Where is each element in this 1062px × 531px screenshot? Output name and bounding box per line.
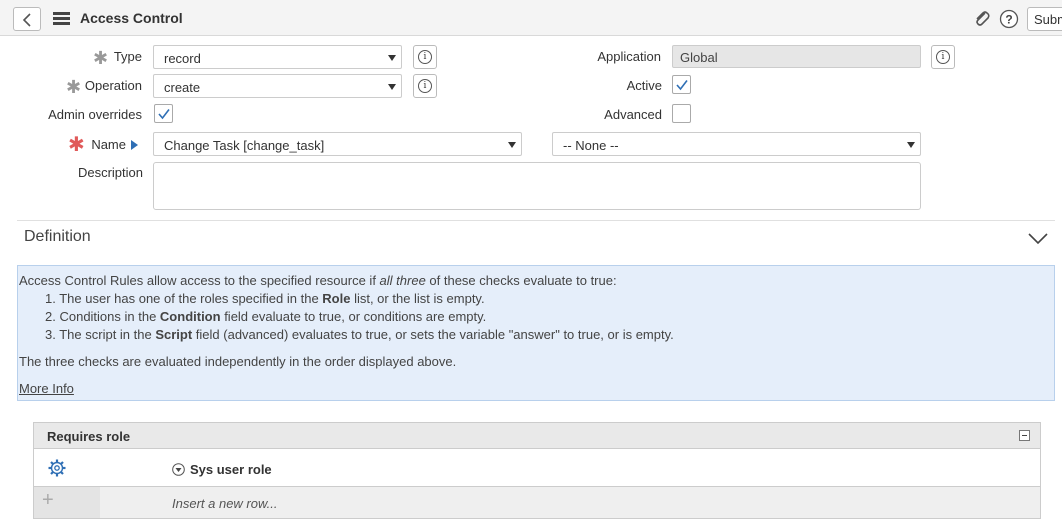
- chevron-down-icon: [388, 55, 396, 61]
- operation-value: create: [164, 80, 201, 95]
- advanced-label: Advanced: [604, 107, 662, 122]
- paperclip-icon[interactable]: [972, 9, 992, 29]
- definition-item: 1. The user has one of the roles specifi…: [45, 291, 485, 306]
- name-label: Name: [91, 137, 126, 152]
- name-table-select[interactable]: Change Task [change_task]: [153, 132, 522, 156]
- gear-icon[interactable]: [48, 459, 66, 477]
- help-icon[interactable]: ?: [999, 9, 1019, 29]
- required-marker: ✱: [68, 134, 85, 156]
- collapse-icon[interactable]: [1019, 430, 1030, 441]
- admin-overrides-label: Admin overrides: [48, 107, 142, 122]
- related-list-title: Requires role: [47, 429, 131, 444]
- active-checkbox[interactable]: [672, 75, 691, 94]
- application-label: Application: [597, 49, 661, 64]
- operation-info-button[interactable]: i: [413, 74, 437, 98]
- info-icon: i: [418, 50, 432, 64]
- type-label: Type: [113, 49, 142, 64]
- insert-row-placeholder[interactable]: Insert a new row...: [172, 496, 278, 511]
- column-header-sys-user-role[interactable]: Sys user role: [190, 462, 272, 477]
- sort-chevron-icon[interactable]: [172, 463, 185, 476]
- page-title: Access Control: [80, 10, 183, 26]
- operation-label: Operation: [84, 78, 142, 93]
- admin-overrides-checkbox[interactable]: [154, 104, 173, 123]
- application-field: Global: [672, 45, 921, 68]
- more-info-link[interactable]: More Info: [19, 381, 74, 396]
- chevron-down-icon: [907, 142, 915, 148]
- triangle-right-icon[interactable]: [131, 140, 139, 150]
- chevron-down-icon: [508, 142, 516, 148]
- submit-button[interactable]: Submit: [1027, 7, 1062, 31]
- info-icon: i: [936, 50, 950, 64]
- name-field-value: -- None --: [563, 138, 619, 153]
- type-info-button[interactable]: i: [413, 45, 437, 69]
- type-value: record: [164, 51, 201, 66]
- operation-select[interactable]: create: [153, 74, 402, 98]
- application-info-button[interactable]: i: [931, 45, 955, 69]
- chevron-left-icon: [22, 13, 31, 27]
- add-row-cell: +: [34, 487, 100, 518]
- definition-summary: The three checks are evaluated independe…: [19, 354, 457, 369]
- context-menu-icon[interactable]: [53, 12, 70, 25]
- plus-icon[interactable]: +: [42, 489, 54, 512]
- name-field-select[interactable]: -- None --: [552, 132, 921, 156]
- svg-text:?: ?: [1005, 13, 1012, 27]
- info-icon: i: [418, 79, 432, 93]
- related-list-header: Requires role: [33, 422, 1041, 449]
- definition-item: 3. The script in the Script field (advan…: [45, 327, 674, 342]
- insert-row: + Insert a new row...: [33, 487, 1041, 519]
- section-divider: [17, 220, 1055, 221]
- active-label: Active: [626, 78, 662, 93]
- checkmark-icon: [158, 109, 170, 120]
- definition-intro: Access Control Rules allow access to the…: [19, 273, 617, 288]
- checkmark-icon: [676, 80, 688, 91]
- description-textarea[interactable]: [153, 162, 921, 210]
- chevron-down-icon[interactable]: [1028, 233, 1048, 245]
- required-marker: ✱: [66, 77, 82, 97]
- name-table-value: Change Task [change_task]: [164, 138, 325, 153]
- definition-item: 2. Conditions in the Condition field eva…: [45, 309, 487, 324]
- type-select[interactable]: record: [153, 45, 402, 69]
- form-header: Access Control ? Submit: [0, 0, 1062, 36]
- advanced-checkbox[interactable]: [672, 104, 691, 123]
- description-label: Description: [77, 165, 143, 180]
- chevron-down-icon: [388, 84, 396, 90]
- definition-title: Definition: [24, 228, 91, 245]
- related-list-column-row: Sys user role: [33, 449, 1041, 487]
- back-button[interactable]: [13, 7, 41, 31]
- definition-info-box: Access Control Rules allow access to the…: [17, 265, 1055, 401]
